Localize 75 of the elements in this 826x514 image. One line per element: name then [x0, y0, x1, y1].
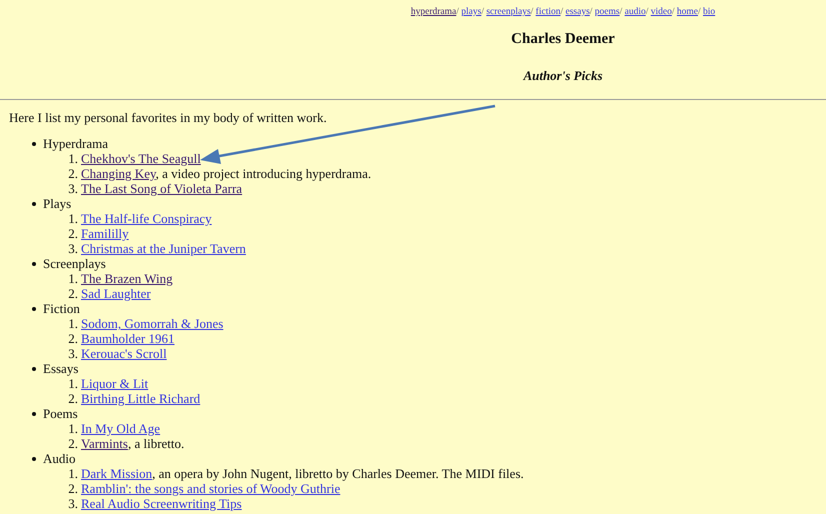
list-number: 2.: [67, 436, 78, 451]
nav-link[interactable]: fiction: [536, 7, 560, 17]
page-subtitle: Author's Picks: [522, 68, 604, 84]
list-number: 1.: [67, 421, 78, 436]
page-title: Charles Deemer: [510, 31, 616, 48]
list-number: 2.: [67, 166, 78, 181]
list-number: 2.: [67, 481, 78, 496]
list-number: 2.: [67, 331, 78, 346]
nav-separator: /: [530, 7, 534, 17]
list-item-text: Varmints, a libretto.: [81, 436, 184, 451]
list-number: 1.: [67, 376, 78, 391]
list-number: 2.: [67, 286, 78, 301]
category-heading: Fiction: [43, 301, 80, 316]
list-number: 1.: [67, 211, 78, 226]
nav-link[interactable]: plays: [461, 7, 482, 17]
list-number: 3.: [67, 241, 78, 256]
work-link[interactable]: The Last Song of Violeta Parra: [81, 181, 242, 196]
list-number: 1.: [67, 271, 78, 286]
work-link[interactable]: Birthing Little Richard: [81, 391, 200, 406]
list-number: 2.: [67, 226, 78, 241]
list-number: 3.: [67, 346, 78, 361]
work-link[interactable]: Sad Laughter: [81, 286, 151, 301]
list-number: 3.: [67, 181, 78, 196]
intro-text: Here I list my personal favorites in my body of written work.: [9, 110, 328, 125]
work-link[interactable]: Changing Key: [81, 166, 156, 181]
work-link[interactable]: Kerouac's Scroll: [81, 346, 167, 361]
list-item-text: Dark Mission, an opera by John Nugent, libretto by Charles Deemer. The MIDI files.: [81, 466, 524, 481]
list-number: 1.: [67, 316, 78, 331]
list-number: 1.: [67, 151, 78, 166]
nav-separator: /: [560, 7, 564, 17]
work-link[interactable]: Ramblin': the songs and stories of Woody Guthrie: [81, 481, 340, 496]
work-link[interactable]: Chekhov's The Seagull: [81, 151, 201, 166]
nav-link[interactable]: home: [676, 7, 698, 17]
category-heading: Essays: [43, 361, 78, 376]
nav-separator: /: [481, 7, 484, 17]
nav-link[interactable]: poems: [594, 7, 620, 17]
work-link[interactable]: Famililly: [81, 226, 129, 241]
work-link[interactable]: Sodom, Gomorrah & Jones: [81, 316, 224, 331]
list-number: 3.: [67, 496, 78, 511]
category-heading: Screenplays: [43, 256, 106, 271]
category-heading: Poems: [43, 406, 78, 421]
bullet-icon: [32, 142, 36, 146]
bullet-icon: [32, 412, 36, 416]
nav-separator: /: [646, 7, 648, 17]
list-number: 1.: [67, 466, 78, 481]
category-heading: Hyperdrama: [43, 136, 108, 151]
nav-separator: /: [620, 7, 622, 17]
work-link[interactable]: Christmas at the Juniper Tavern: [81, 241, 246, 256]
work-link[interactable]: The Brazen Wing: [81, 271, 173, 286]
work-link[interactable]: In My Old Age: [81, 421, 160, 436]
nav-separator: /: [456, 7, 459, 17]
work-link[interactable]: Baumholder 1961: [81, 331, 175, 346]
work-link[interactable]: Liquor & Lit: [81, 376, 148, 391]
list-number: 2.: [67, 391, 78, 406]
work-link[interactable]: Real Audio Screenwriting Tips: [81, 496, 242, 511]
category-heading: Plays: [43, 196, 72, 211]
nav-separator: /: [698, 7, 701, 17]
work-link[interactable]: The Half-life Conspiracy: [81, 211, 212, 226]
nav-link[interactable]: bio: [703, 7, 716, 17]
nav-link[interactable]: screenplays: [486, 7, 531, 17]
nav-link[interactable]: hyperdrama: [410, 7, 456, 17]
nav-link[interactable]: audio: [624, 7, 646, 17]
bullet-icon: [32, 456, 36, 460]
bullet-icon: [32, 262, 36, 266]
bullet-icon: [32, 366, 36, 370]
work-link[interactable]: Dark Mission: [81, 466, 152, 481]
work-link[interactable]: Varmints: [81, 436, 128, 451]
category-heading: Audio: [43, 451, 76, 466]
list-item-text: Changing Key, a video project introducing hyperdrama.: [81, 166, 372, 181]
nav-link[interactable]: essays: [566, 7, 590, 17]
nav-link[interactable]: video: [650, 7, 672, 17]
bullet-icon: [32, 202, 36, 206]
nav-separator: /: [672, 7, 674, 17]
nav-separator: /: [590, 7, 592, 17]
bullet-icon: [32, 306, 36, 310]
